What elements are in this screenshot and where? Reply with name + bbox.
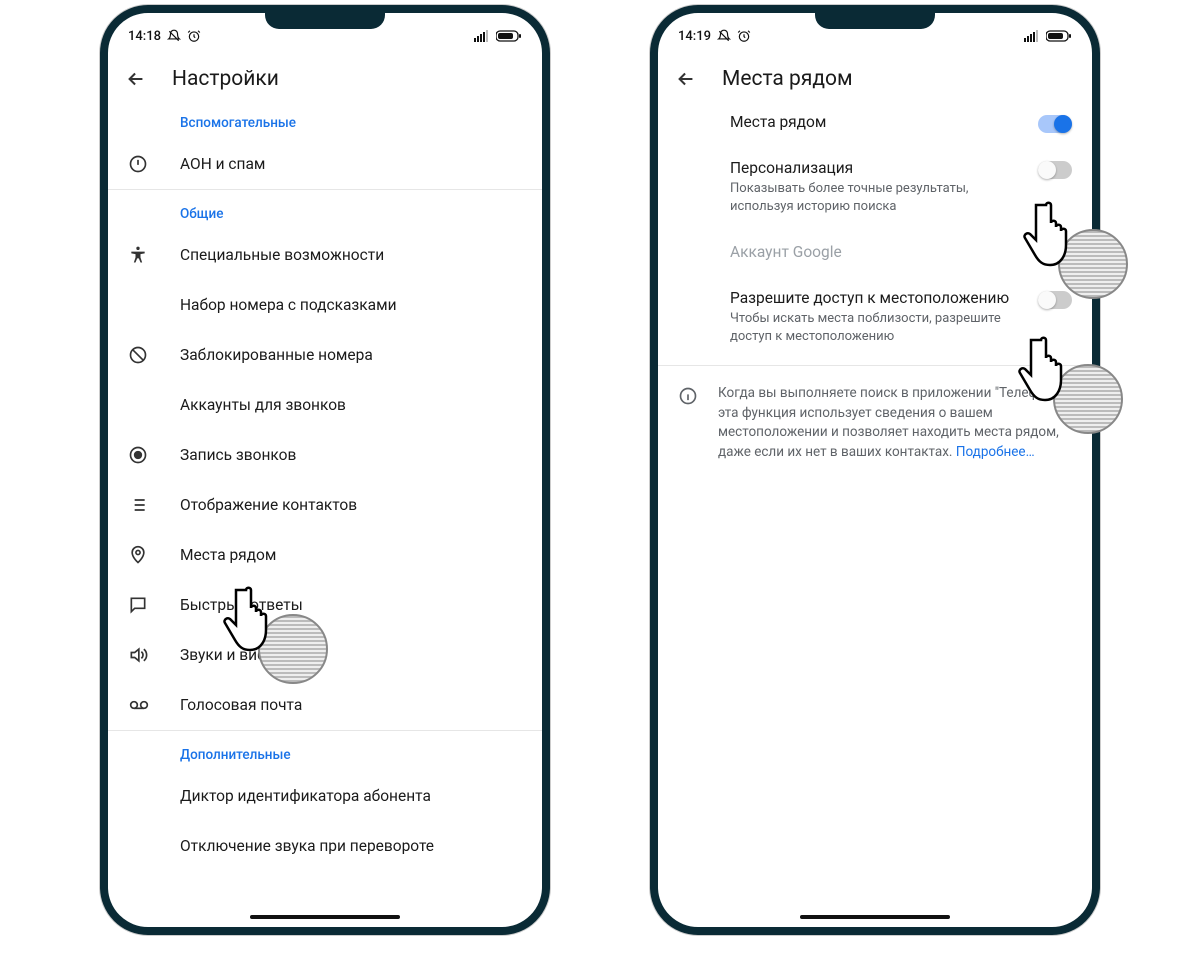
item-label: Звуки и вибрация — [180, 646, 526, 664]
item-label: Отключение звука при перевороте — [180, 837, 526, 855]
toggle-nearby-places[interactable]: Места рядом — [658, 99, 1092, 145]
toggle-title: Персонализация — [730, 159, 1022, 177]
status-time: 14:18 — [128, 29, 161, 44]
nav-handle[interactable] — [250, 915, 400, 919]
record-icon — [128, 445, 180, 465]
item-label: Заблокированные номера — [180, 346, 526, 364]
switch[interactable] — [1038, 291, 1072, 309]
battery-icon — [1046, 30, 1072, 42]
page-title: Места рядом — [722, 67, 853, 91]
list-icon — [128, 495, 180, 515]
item-quick-responses[interactable]: Быстрые ответы — [108, 580, 542, 630]
voicemail-icon — [128, 695, 180, 715]
section-label: Общие — [108, 190, 542, 230]
header: Настройки — [108, 49, 542, 99]
item-flip-to-silence[interactable]: Отключение звука при перевороте — [108, 821, 542, 871]
accessibility-icon — [128, 245, 180, 265]
toggle-title: Места рядом — [730, 113, 1022, 131]
item-assisted-dialing[interactable]: Набор номера с подсказками — [108, 280, 542, 330]
toggle-title: Разрешите доступ к местоположению — [730, 289, 1022, 307]
arrow-left-icon — [675, 68, 697, 90]
alert-circle-icon — [128, 154, 180, 174]
item-label: Голосовая почта — [180, 696, 526, 714]
item-label: Аккаунт Google — [730, 243, 1022, 261]
item-display-options[interactable]: Отображение контактов — [108, 480, 542, 530]
item-label: АОН и спам — [180, 155, 526, 173]
alarm-icon — [737, 29, 751, 43]
item-label: Места рядом — [180, 546, 526, 564]
learn-more-link[interactable]: Подробнее… — [956, 444, 1035, 460]
item-call-recording[interactable]: Запись звонков — [108, 430, 542, 480]
phone-right: 14:19 Места рядом Места рядом Персонализ… — [650, 5, 1100, 935]
toggle-location-access[interactable]: Разрешите доступ к местоположению Чтобы … — [658, 275, 1092, 359]
switch[interactable] — [1038, 161, 1072, 179]
settings-list: Вспомогательные АОН и спам Общие Специал… — [108, 99, 542, 871]
item-sounds-vibration[interactable]: Звуки и вибрация — [108, 630, 542, 680]
dnd-icon — [167, 29, 181, 43]
battery-icon — [496, 30, 522, 42]
item-label: Аккаунты для звонков — [180, 396, 526, 414]
item-label: Диктор идентификатора абонента — [180, 787, 526, 805]
arrow-left-icon — [125, 68, 147, 90]
page-title: Настройки — [172, 67, 279, 91]
item-caller-id-spam[interactable]: АОН и спам — [108, 139, 542, 189]
info-icon — [678, 384, 698, 462]
item-voicemail[interactable]: Голосовая почта — [108, 680, 542, 730]
back-button[interactable] — [124, 67, 148, 91]
status-bar: 14:19 — [658, 13, 1092, 49]
item-label: Запись звонков — [180, 446, 526, 464]
signal-icon — [1024, 30, 1040, 42]
item-nearby-places[interactable]: Места рядом — [108, 530, 542, 580]
volume-icon — [128, 645, 180, 665]
header: Места рядом — [658, 49, 1092, 99]
item-caller-id-announcer[interactable]: Диктор идентификатора абонента — [108, 771, 542, 821]
item-google-account: Аккаунт Google — [658, 229, 1092, 275]
info-text: Когда вы выполняете поиск в приложении "… — [718, 384, 1072, 462]
item-label: Отображение контактов — [180, 496, 526, 514]
toggle-subtitle: Показывать более точные результаты, испо… — [730, 180, 1022, 215]
switch[interactable] — [1038, 115, 1072, 133]
item-label: Специальные возможности — [180, 246, 526, 264]
back-button[interactable] — [674, 67, 698, 91]
speech-bubble-icon — [128, 595, 180, 615]
item-label: Быстрые ответы — [180, 596, 526, 614]
toggle-personalization[interactable]: Персонализация Показывать более точные р… — [658, 145, 1092, 229]
status-bar: 14:18 — [108, 13, 542, 49]
section-label: Вспомогательные — [108, 99, 542, 139]
block-icon — [128, 345, 180, 365]
signal-icon — [474, 30, 490, 42]
item-accessibility[interactable]: Специальные возможности — [108, 230, 542, 280]
item-blocked-numbers[interactable]: Заблокированные номера — [108, 330, 542, 380]
status-time: 14:19 — [678, 29, 711, 44]
phone-left: 14:18 Настройки Вспомогательные АОН и сп… — [100, 5, 550, 935]
dnd-icon — [717, 29, 731, 43]
nav-handle[interactable] — [800, 915, 950, 919]
alarm-icon — [187, 29, 201, 43]
item-label: Набор номера с подсказками — [180, 296, 526, 314]
section-label: Дополнительные — [108, 731, 542, 771]
toggle-subtitle: Чтобы искать места поблизости, разрешите… — [730, 310, 1022, 345]
pin-icon — [128, 545, 180, 565]
info-block: Когда вы выполняете поиск в приложении "… — [658, 365, 1092, 480]
item-calling-accounts[interactable]: Аккаунты для звонков — [108, 380, 542, 430]
